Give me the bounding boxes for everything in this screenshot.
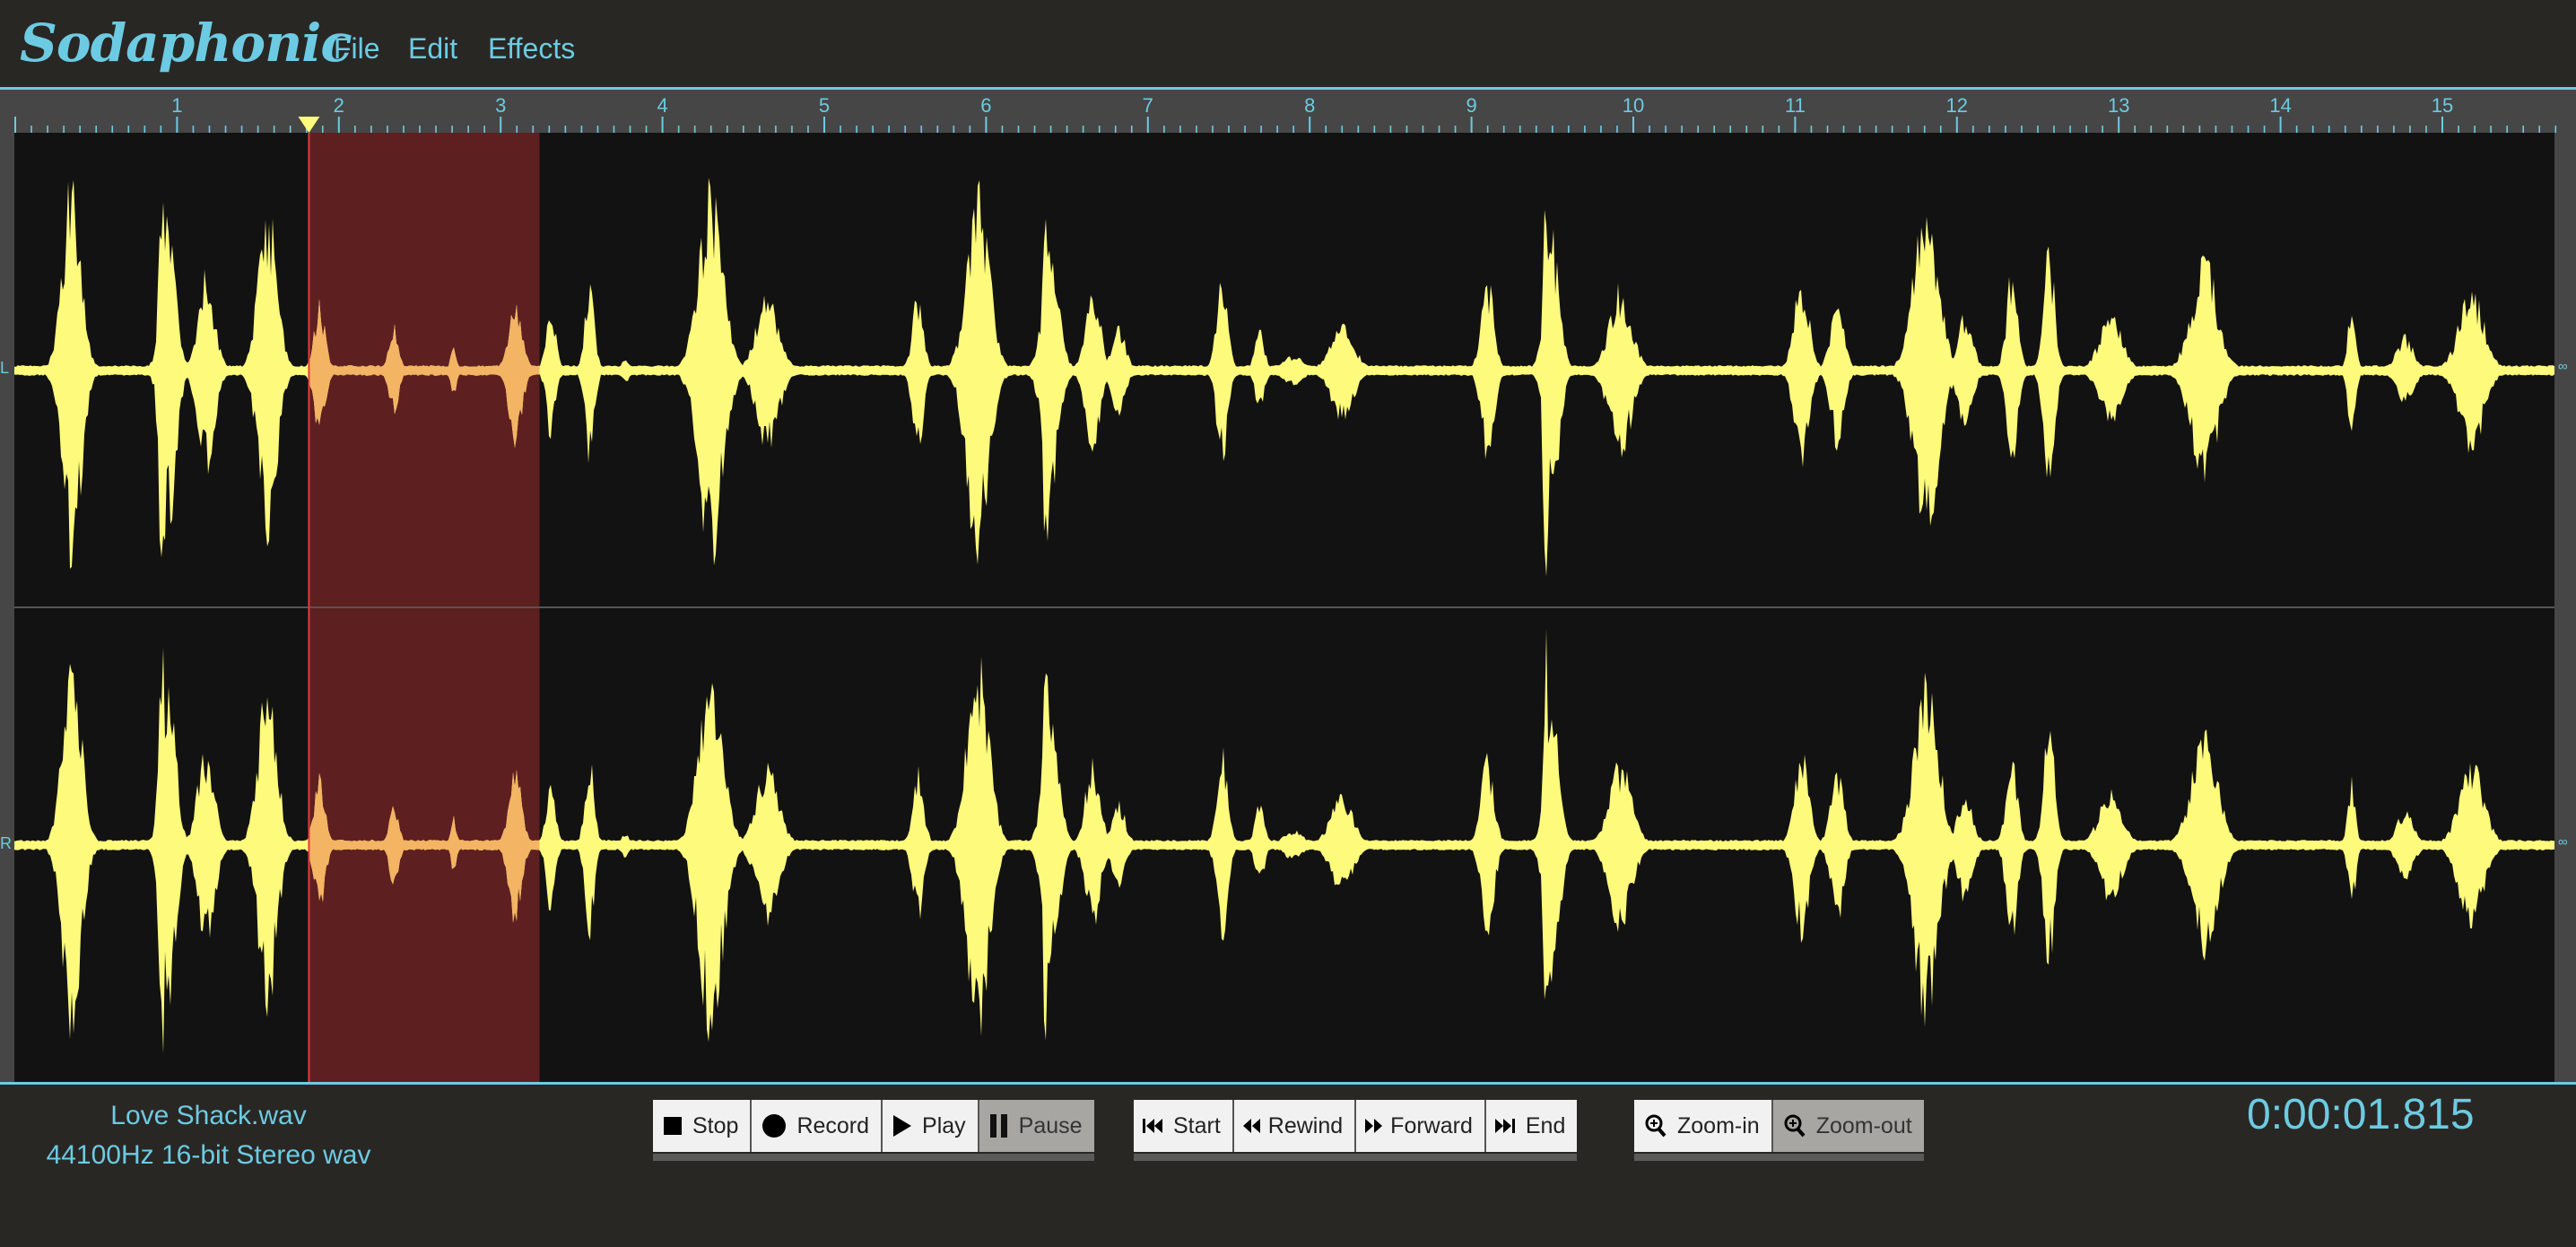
forward-button[interactable]: Forward bbox=[1356, 1100, 1486, 1152]
zoom-out-button[interactable]: Zoom-out bbox=[1772, 1100, 1924, 1152]
waveform-canvas[interactable] bbox=[14, 133, 2554, 1082]
ruler-label: 15 bbox=[2432, 94, 2453, 117]
navigation-controls: Start Rewind Forward End bbox=[1134, 1100, 1578, 1154]
stop-icon bbox=[664, 1117, 682, 1135]
divider bbox=[0, 1082, 2576, 1085]
ruler-label: 2 bbox=[334, 94, 344, 117]
skip-start-icon bbox=[1143, 1119, 1162, 1133]
menu-edit[interactable]: Edit bbox=[408, 32, 457, 65]
file-info: Love Shack.wav 44100Hz 16-bit Stereo wav bbox=[0, 1096, 417, 1175]
ruler-label: 5 bbox=[819, 94, 830, 117]
channel-label-right: R bbox=[0, 834, 12, 852]
record-button[interactable]: Record bbox=[752, 1100, 883, 1152]
zoom-out-label: Zoom-out bbox=[1815, 1112, 1912, 1138]
rewind-icon bbox=[1242, 1119, 1260, 1133]
play-label: Play bbox=[922, 1112, 966, 1138]
play-button[interactable]: Play bbox=[883, 1100, 979, 1152]
rewind-label: Rewind bbox=[1267, 1112, 1344, 1138]
record-icon bbox=[762, 1114, 787, 1138]
start-label: Start bbox=[1173, 1112, 1221, 1138]
record-label: Record bbox=[796, 1112, 870, 1138]
channel-db-right: ∞ bbox=[2558, 834, 2568, 850]
ruler-label: 9 bbox=[1466, 94, 1476, 117]
transport-controls: Stop Record Play Pause bbox=[653, 1100, 1094, 1154]
pause-label: Pause bbox=[1018, 1112, 1083, 1138]
zoom-in-button[interactable]: Zoom-in bbox=[1634, 1100, 1773, 1152]
ruler-label: 8 bbox=[1304, 94, 1315, 117]
ruler-label: 10 bbox=[1623, 94, 1644, 117]
pause-icon bbox=[989, 1114, 1007, 1138]
ruler-ticks: 1 2 3 4 5 6 7 8 9 10 11 12 13 14 15 bbox=[14, 94, 2557, 133]
file-format: 44100Hz 16-bit Stereo wav bbox=[46, 1140, 371, 1170]
zoom-controls: Zoom-in Zoom-out bbox=[1634, 1100, 1924, 1154]
skip-end-icon bbox=[1494, 1119, 1515, 1133]
forward-label: Forward bbox=[1390, 1112, 1473, 1138]
ruler-label: 6 bbox=[980, 94, 991, 117]
channel-db-left: ∞ bbox=[2558, 359, 2568, 374]
rewind-button[interactable]: Rewind bbox=[1233, 1100, 1357, 1152]
app-logo: Sodaphonic bbox=[20, 13, 352, 74]
channel-label-left: L bbox=[0, 359, 10, 377]
ruler-label: 12 bbox=[1946, 94, 1968, 117]
start-button[interactable]: Start bbox=[1134, 1100, 1234, 1152]
end-label: End bbox=[1525, 1112, 1566, 1138]
time-ruler[interactable]: 1 2 3 4 5 6 7 8 9 10 11 12 13 14 15 bbox=[0, 90, 2576, 133]
forward-icon bbox=[1365, 1119, 1383, 1133]
menu-effects[interactable]: Effects bbox=[488, 32, 575, 65]
ruler-label: 13 bbox=[2108, 94, 2129, 117]
end-button[interactable]: End bbox=[1485, 1100, 1578, 1152]
playhead-marker[interactable] bbox=[298, 117, 320, 133]
ruler-label: 1 bbox=[171, 94, 182, 117]
play-icon bbox=[893, 1115, 912, 1137]
ruler-label: 7 bbox=[1143, 94, 1153, 117]
ruler-label: 14 bbox=[2269, 94, 2291, 117]
waveform-area[interactable]: L R ∞ ∞ bbox=[0, 133, 2576, 1082]
stop-label: Stop bbox=[692, 1112, 739, 1138]
ruler-label: 3 bbox=[495, 94, 506, 117]
stop-button[interactable]: Stop bbox=[653, 1100, 753, 1152]
file-name: Love Shack.wav bbox=[110, 1101, 307, 1130]
zoom-out-icon bbox=[1784, 1114, 1806, 1138]
timecode-display: 0:00:01.815 bbox=[2247, 1091, 2475, 1138]
ruler-label: 4 bbox=[657, 94, 667, 117]
pause-button[interactable]: Pause bbox=[979, 1100, 1094, 1152]
app-header: Sodaphonic File Edit Effects bbox=[0, 0, 2576, 88]
zoom-in-icon bbox=[1645, 1114, 1667, 1138]
menu-file[interactable]: File bbox=[334, 32, 380, 65]
ruler-label: 11 bbox=[1785, 94, 1806, 117]
zoom-in-label: Zoom-in bbox=[1677, 1112, 1760, 1138]
